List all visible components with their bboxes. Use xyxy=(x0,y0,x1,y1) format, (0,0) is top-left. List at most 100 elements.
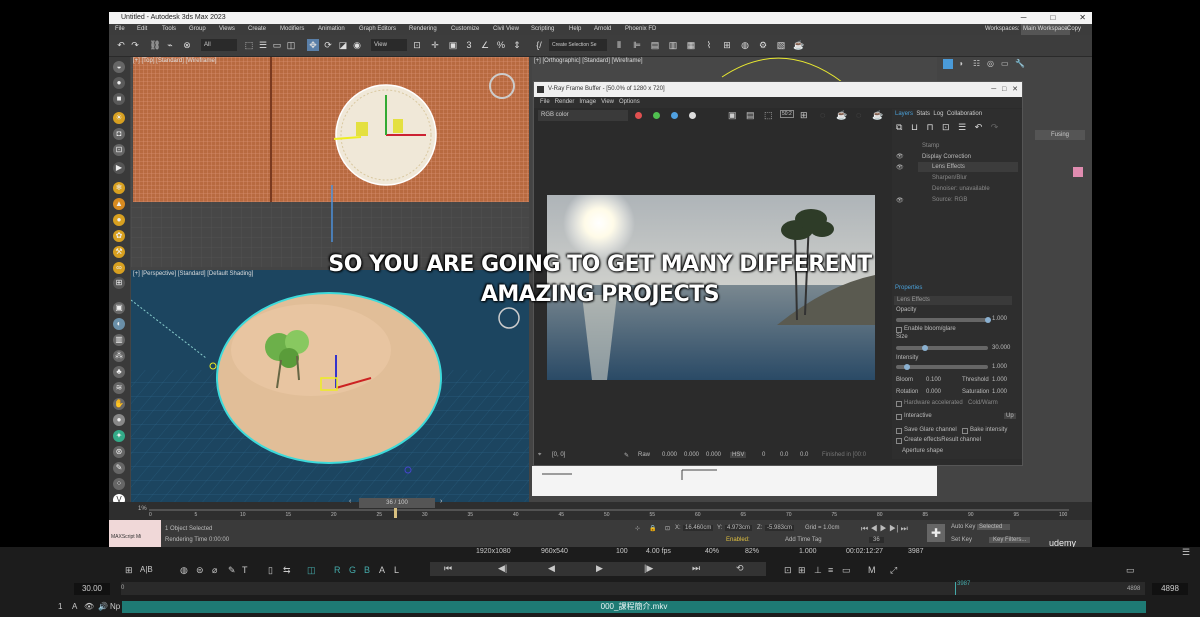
minimize-icon[interactable]: ─ xyxy=(1021,13,1027,22)
motion-tab-icon[interactable]: ◎ xyxy=(987,59,994,68)
loop-icon[interactable]: ⟲ xyxy=(736,563,744,574)
split-icon[interactable]: ◫ xyxy=(307,565,316,576)
auto-key-button[interactable]: Auto Key xyxy=(951,524,975,530)
palette-icon[interactable]: ◍ xyxy=(180,565,188,576)
in-point[interactable]: 30.00 xyxy=(74,583,110,595)
size-knob[interactable] xyxy=(922,345,928,351)
undo-layer-icon[interactable]: ↶ xyxy=(975,122,983,132)
region-render-icon[interactable]: ⬚ xyxy=(764,110,773,121)
create-effects-checkbox[interactable] xyxy=(896,438,902,444)
layer-lens-effects[interactable]: Lens Effects xyxy=(932,164,965,170)
stamp-icon[interactable]: ⊜ xyxy=(196,565,204,576)
playhead[interactable] xyxy=(955,582,956,595)
rect-selection-icon[interactable]: ▭ xyxy=(271,39,283,51)
text-icon[interactable]: T xyxy=(242,565,248,575)
window-crossing-icon[interactable]: ◫ xyxy=(285,39,297,51)
stop-render-icon[interactable]: ◌ xyxy=(820,110,825,120)
ab-compare[interactable]: A|B xyxy=(140,565,153,574)
menu-rendering[interactable]: Rendering xyxy=(409,24,437,35)
layer-display-correction[interactable]: Display Correction xyxy=(922,154,971,160)
layer-list-icon[interactable]: ☰ xyxy=(958,122,966,132)
menu-animation[interactable]: Animation xyxy=(318,24,345,35)
select-manipulate-icon[interactable]: ✛ xyxy=(429,39,441,51)
load-image-icon[interactable]: ▤ xyxy=(746,110,755,121)
crop-icon[interactable]: ⊞ xyxy=(798,565,806,576)
light-icon[interactable]: ☀ xyxy=(113,112,125,124)
ribbon-icon[interactable]: ▦ xyxy=(685,39,697,51)
key-filters-button[interactable]: Key Filters... xyxy=(989,537,1031,543)
selected-dropdown[interactable]: Selected xyxy=(977,524,1011,530)
menu-customize[interactable]: Customize xyxy=(451,24,479,35)
bind-spacewarp-icon[interactable]: ⊗ xyxy=(181,39,193,51)
maxscript-label[interactable]: MAXScript Mi xyxy=(111,534,141,540)
select-by-name-icon[interactable]: ☰ xyxy=(257,39,269,51)
audio-icon[interactable]: 🔊 xyxy=(98,602,108,611)
frame-icon[interactable]: ⊡ xyxy=(784,565,792,576)
vfb-menu-render[interactable]: Render xyxy=(555,99,575,105)
redo-icon[interactable]: ↷ xyxy=(129,39,141,51)
lock-icon[interactable]: 🔒 xyxy=(649,525,656,532)
align-icon[interactable]: ⊫ xyxy=(631,39,643,51)
size-value[interactable]: 30.000 xyxy=(992,345,1010,351)
y-coord[interactable]: 4.973cm xyxy=(725,525,753,531)
hand-icon[interactable]: ✋ xyxy=(113,398,125,410)
marker-icon[interactable]: M xyxy=(868,565,876,575)
maximize-icon[interactable]: □ xyxy=(1050,13,1055,22)
snow-icon[interactable]: ❄ xyxy=(113,182,125,194)
brush-icon[interactable]: ⌀ xyxy=(212,565,217,576)
redo-layer-icon[interactable]: ↷ xyxy=(991,122,999,132)
particle-icon[interactable]: ⁂ xyxy=(113,350,125,362)
select-scale-icon[interactable]: ◪ xyxy=(337,39,349,51)
render-production-icon[interactable]: ☕ xyxy=(793,39,805,51)
set-key-button[interactable]: Set Key xyxy=(951,537,972,543)
edit-named-sets-icon[interactable]: {/ xyxy=(533,39,545,51)
scrub-bar[interactable]: 0 3987 4898 xyxy=(121,581,1145,595)
colorful-icon[interactable]: ✦ xyxy=(113,430,125,442)
render-teapot-icon[interactable]: ☕ xyxy=(836,110,847,121)
add-layer-icon[interactable]: ⧉ xyxy=(896,122,902,132)
isolate-icon[interactable]: ⊹ xyxy=(635,525,640,532)
box-tool-icon[interactable]: ■ xyxy=(113,93,125,105)
histogram-icon[interactable]: ▭ xyxy=(842,565,851,576)
aperture-shape-label[interactable]: Aperture shape xyxy=(902,448,943,454)
bulb-icon[interactable]: ● xyxy=(113,214,125,226)
vfb-menu-view[interactable]: View xyxy=(601,99,614,105)
step-forward-icon[interactable]: |▶ xyxy=(644,563,653,574)
next-frame-icon[interactable]: › xyxy=(440,498,442,505)
window-icon[interactable]: ▭ xyxy=(1126,565,1135,576)
track-mouse-icon[interactable]: ⊞ xyxy=(800,110,808,121)
fur-icon[interactable]: ≋ xyxy=(113,382,125,394)
select-object-icon[interactable]: ⬚ xyxy=(243,39,255,51)
close-icon[interactable]: ✕ xyxy=(1079,13,1086,22)
pivot-center-icon[interactable]: ⊡ xyxy=(411,39,423,51)
select-move-icon[interactable]: ✥ xyxy=(307,39,319,51)
vray-sphere-icon[interactable]: ◐ xyxy=(113,318,125,330)
utilities-tab-icon[interactable]: 🔧 xyxy=(1015,59,1025,68)
sphere-tool-icon[interactable]: ● xyxy=(113,77,125,89)
eye-icon[interactable]: 👁 xyxy=(896,164,904,171)
plant-icon[interactable]: ♣ xyxy=(113,366,125,378)
workspace-dropdown[interactable]: Main Workspace xyxy=(1021,24,1070,35)
out-point[interactable]: 4898 xyxy=(1152,583,1188,595)
spinner-snap-icon[interactable]: ⇕ xyxy=(511,39,523,51)
menu-phoenix-fd[interactable]: Phoenix FD xyxy=(625,24,656,35)
render-frame-window-icon[interactable]: ▧ xyxy=(775,39,787,51)
material-editor-icon[interactable]: ◍ xyxy=(739,39,751,51)
place-icon[interactable]: ◉ xyxy=(351,39,363,51)
paint-icon[interactable]: ✎ xyxy=(113,462,125,474)
opacity-value[interactable]: 1.000 xyxy=(992,316,1007,322)
save-image-icon[interactable]: ▣ xyxy=(728,110,737,121)
rotation-value[interactable]: 0.000 xyxy=(926,389,941,395)
named-selection-dropdown[interactable]: Create Selection Se xyxy=(549,39,607,51)
reference-coord-dropdown[interactable]: View xyxy=(371,39,407,51)
channel-l[interactable]: L xyxy=(394,565,399,575)
layer-denoiser[interactable]: Denoiser: unavailable xyxy=(932,186,990,192)
tab-collaboration[interactable]: Collaboration xyxy=(947,111,982,117)
cmd-field[interactable]: Fusing xyxy=(1035,130,1085,140)
menu-icon[interactable]: ☰ xyxy=(1182,547,1190,558)
current-frame-field[interactable]: 36 xyxy=(869,537,884,543)
layer-preset-icon[interactable]: ⊡ xyxy=(942,122,950,132)
channel-g[interactable]: G xyxy=(349,565,356,575)
menu-civil-view[interactable]: Civil View xyxy=(493,24,519,35)
copy-button[interactable]: Copy xyxy=(1067,24,1081,35)
